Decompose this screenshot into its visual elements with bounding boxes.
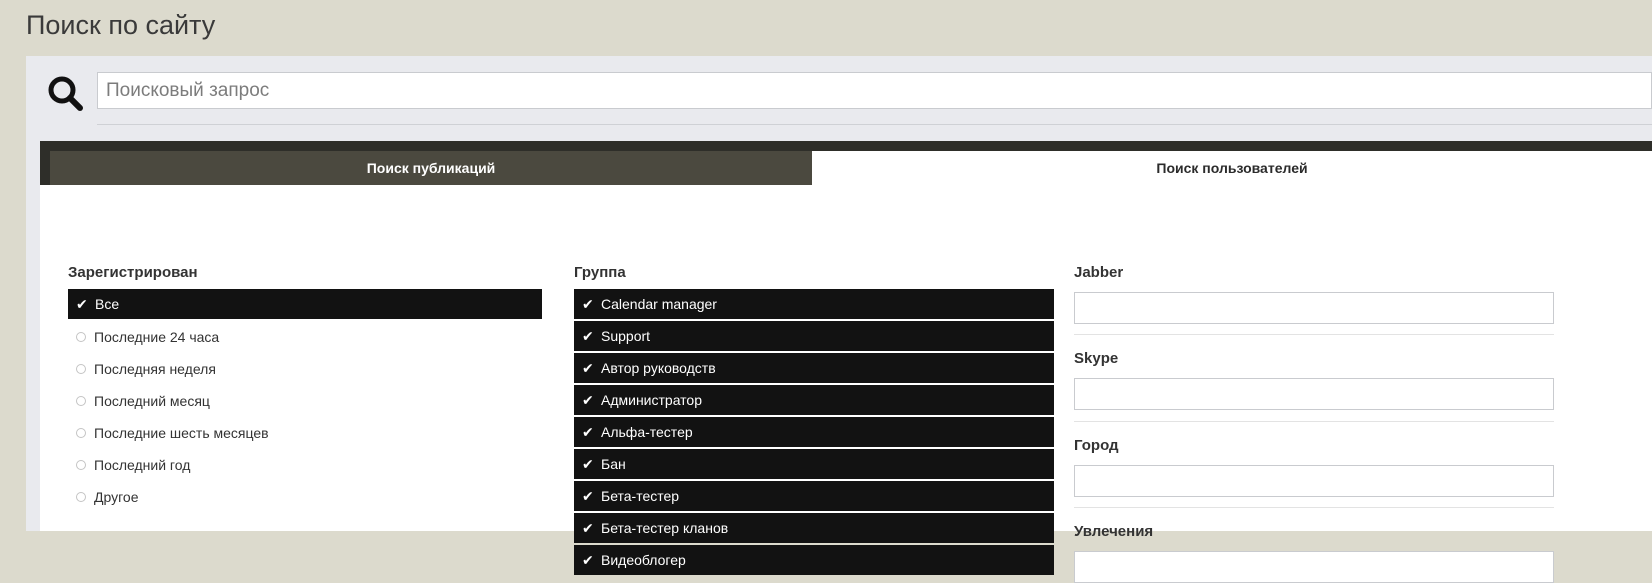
search-divider	[97, 124, 1652, 125]
search-panel: Поиск публикаций Поиск пользователей Зар…	[26, 56, 1652, 583]
registered-option-six-months[interactable]: Последние шесть месяцев	[68, 417, 542, 449]
option-label: Последние 24 часа	[94, 329, 220, 345]
radio-icon	[76, 396, 86, 406]
field-divider	[1074, 334, 1554, 335]
skype-input[interactable]	[1074, 378, 1554, 410]
check-icon: ✔	[582, 519, 594, 536]
check-icon: ✔	[582, 455, 594, 472]
radio-icon	[76, 460, 86, 470]
hobbies-input[interactable]	[1074, 551, 1554, 583]
option-label: Последний месяц	[94, 393, 210, 409]
option-label: Все	[95, 296, 120, 312]
group-item[interactable]: ✔ Альфа-тестер	[574, 417, 1054, 447]
option-label: Другое	[94, 489, 139, 505]
jabber-input[interactable]	[1074, 292, 1554, 324]
group-item[interactable]: ✔ Бета-тестер	[574, 481, 1054, 511]
search-input[interactable]	[97, 72, 1652, 109]
check-icon: ✔	[582, 295, 594, 312]
registered-options: ✔ Все Последние 24 часа Последняя неделя…	[68, 289, 542, 513]
check-icon: ✔	[582, 391, 594, 408]
group-item-label: Calendar manager	[601, 296, 717, 312]
registered-option-week[interactable]: Последняя неделя	[68, 353, 542, 385]
group-item-label: Видеоблогер	[601, 552, 686, 568]
registered-option-other[interactable]: Другое	[68, 481, 542, 513]
field-jabber: Jabber	[1074, 264, 1554, 324]
tabs-bar: Поиск публикаций Поиск пользователей	[40, 141, 1652, 185]
group-item[interactable]: ✔ Администратор	[574, 385, 1054, 415]
radio-icon	[76, 492, 86, 502]
group-item-label: Бан	[601, 456, 626, 472]
check-icon: ✔	[582, 487, 594, 504]
radio-icon	[76, 428, 86, 438]
check-icon: ✔	[582, 327, 594, 344]
field-label-city: Город	[1074, 437, 1119, 454]
group-item-label: Автор руководств	[601, 360, 716, 376]
registered-option-year[interactable]: Последний год	[68, 449, 542, 481]
group-item-label: Администратор	[601, 392, 703, 408]
radio-icon	[76, 332, 86, 342]
option-label: Последние шесть месяцев	[94, 425, 269, 441]
search-content: Поиск публикаций Поиск пользователей Зар…	[40, 141, 1652, 583]
registered-option-month[interactable]: Последний месяц	[68, 385, 542, 417]
field-divider	[1074, 507, 1554, 508]
group-item[interactable]: ✔ Calendar manager	[574, 289, 1054, 319]
group-options: ✔ Calendar manager ✔ Support ✔ Автор руково…	[574, 289, 1054, 577]
field-label-jabber: Jabber	[1074, 264, 1124, 281]
option-label: Последний год	[94, 457, 191, 473]
group-item[interactable]: ✔ Автор руководств	[574, 353, 1054, 383]
group-item[interactable]: ✔ Support	[574, 321, 1054, 351]
radio-icon	[76, 364, 86, 374]
check-icon: ✔	[582, 551, 594, 568]
tab-publications-search[interactable]: Поиск публикаций	[50, 151, 812, 185]
field-label-hobbies: Увлечения	[1074, 523, 1154, 540]
field-city: Город	[1074, 437, 1554, 497]
registered-option-all[interactable]: ✔ Все	[68, 289, 542, 319]
field-skype: Skype	[1074, 350, 1554, 410]
check-icon: ✔	[582, 423, 594, 440]
tab-users-search[interactable]: Поиск пользователей	[812, 151, 1652, 185]
check-icon: ✔	[582, 359, 594, 376]
group-title: Группа	[574, 264, 626, 281]
group-item[interactable]: ✔ Бета-тестер кланов	[574, 513, 1054, 543]
group-item[interactable]: ✔ Бан	[574, 449, 1054, 479]
field-label-skype: Skype	[1074, 350, 1119, 367]
group-item-label: Бета-тестер кланов	[601, 520, 729, 536]
registered-title: Зарегистрирован	[68, 264, 198, 281]
registered-option-24h[interactable]: Последние 24 часа	[68, 321, 542, 353]
page-title: Поиск по сайту	[26, 10, 216, 40]
field-hobbies: Увлечения	[1074, 523, 1554, 583]
group-item-label: Support	[601, 328, 651, 344]
field-divider	[1074, 421, 1554, 422]
option-label: Последняя неделя	[94, 361, 216, 377]
search-icon[interactable]	[46, 74, 86, 114]
city-input[interactable]	[1074, 465, 1554, 497]
group-item[interactable]: ✔ Видеоблогер	[574, 545, 1054, 575]
check-icon: ✔	[76, 295, 88, 312]
group-item-label: Альфа-тестер	[601, 424, 693, 440]
group-item-label: Бета-тестер	[601, 488, 680, 504]
